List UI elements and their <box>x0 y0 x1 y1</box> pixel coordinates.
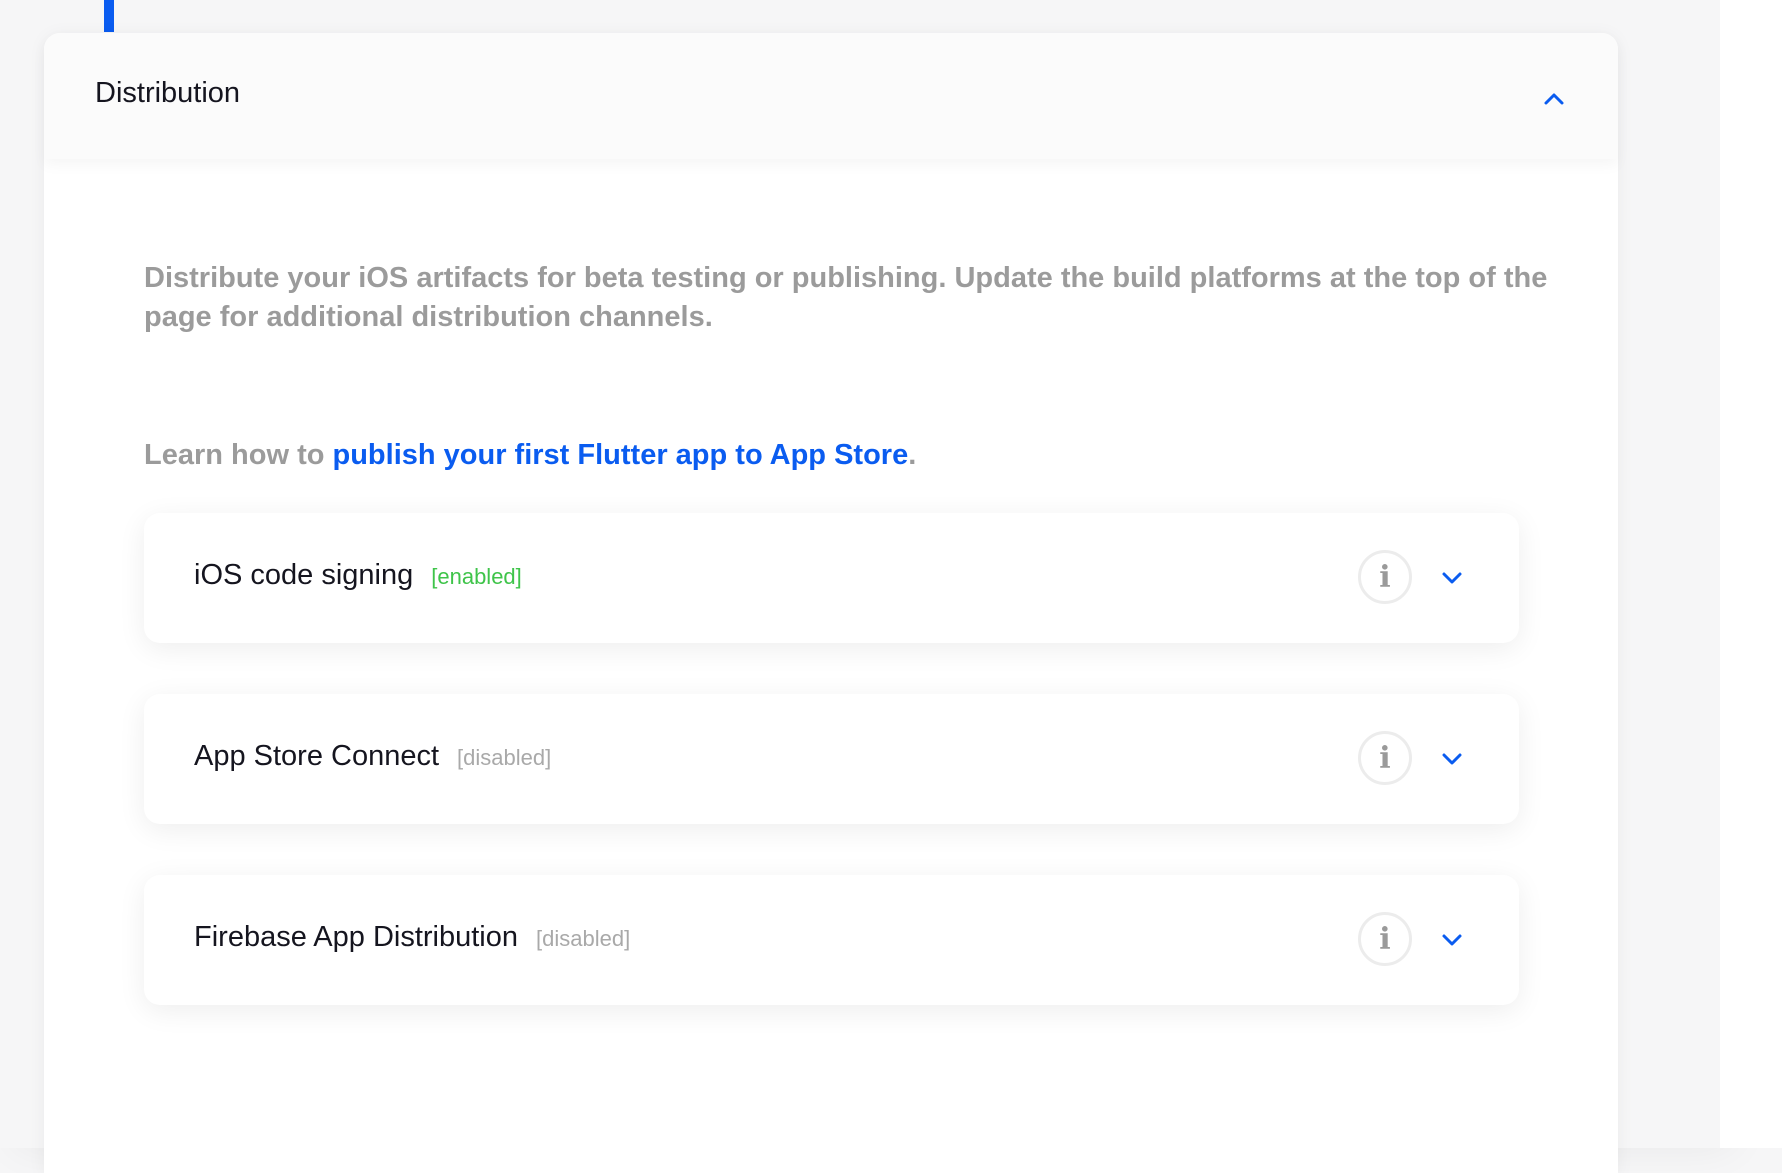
learn-prefix: Learn how to <box>144 439 333 471</box>
expand-button[interactable] <box>1432 739 1472 779</box>
card-title-text: iOS code signing <box>194 559 414 591</box>
card-title-text: App Store Connect <box>194 740 440 772</box>
card-title: App Store Connect [disabled] <box>194 740 551 773</box>
panel-title: Distribution <box>95 77 241 109</box>
distribution-panel: Distribution Distribute your iOS artifac… <box>44 33 1618 1173</box>
card-title-text: Firebase App Distribution <box>194 921 518 953</box>
publish-guide-link[interactable]: publish your first Flutter app to App St… <box>333 439 909 471</box>
card-firebase-app-distribution[interactable]: Firebase App Distribution [disabled] i <box>144 875 1519 1005</box>
distribution-panel-header[interactable]: Distribution <box>44 33 1618 159</box>
learn-more-line: Learn how to publish your first Flutter … <box>144 439 916 472</box>
info-icon[interactable]: i <box>1358 912 1412 966</box>
status-badge: [enabled] <box>431 564 522 589</box>
chevron-up-icon <box>1544 93 1564 105</box>
status-badge: [disabled] <box>536 926 631 951</box>
chevron-down-icon <box>1442 753 1462 765</box>
card-title: iOS code signing [enabled] <box>194 559 522 592</box>
expand-button[interactable] <box>1432 558 1472 598</box>
card-app-store-connect[interactable]: App Store Connect [disabled] i <box>144 694 1519 824</box>
collapse-button[interactable] <box>1534 79 1574 119</box>
info-icon[interactable]: i <box>1358 550 1412 604</box>
active-indicator-bar <box>104 0 114 32</box>
info-icon[interactable]: i <box>1358 731 1412 785</box>
expand-button[interactable] <box>1432 920 1472 960</box>
distribution-description: Distribute your iOS artifacts for beta t… <box>144 262 1548 333</box>
right-gutter <box>1720 0 1782 1148</box>
card-title: Firebase App Distribution [disabled] <box>194 921 630 954</box>
status-badge: [disabled] <box>457 745 552 770</box>
learn-suffix: . <box>908 439 917 471</box>
card-ios-code-signing[interactable]: iOS code signing [enabled] i <box>144 513 1519 643</box>
chevron-down-icon <box>1442 934 1462 946</box>
chevron-down-icon <box>1442 572 1462 584</box>
page-background: Distribution Distribute your iOS artifac… <box>0 0 1720 1173</box>
